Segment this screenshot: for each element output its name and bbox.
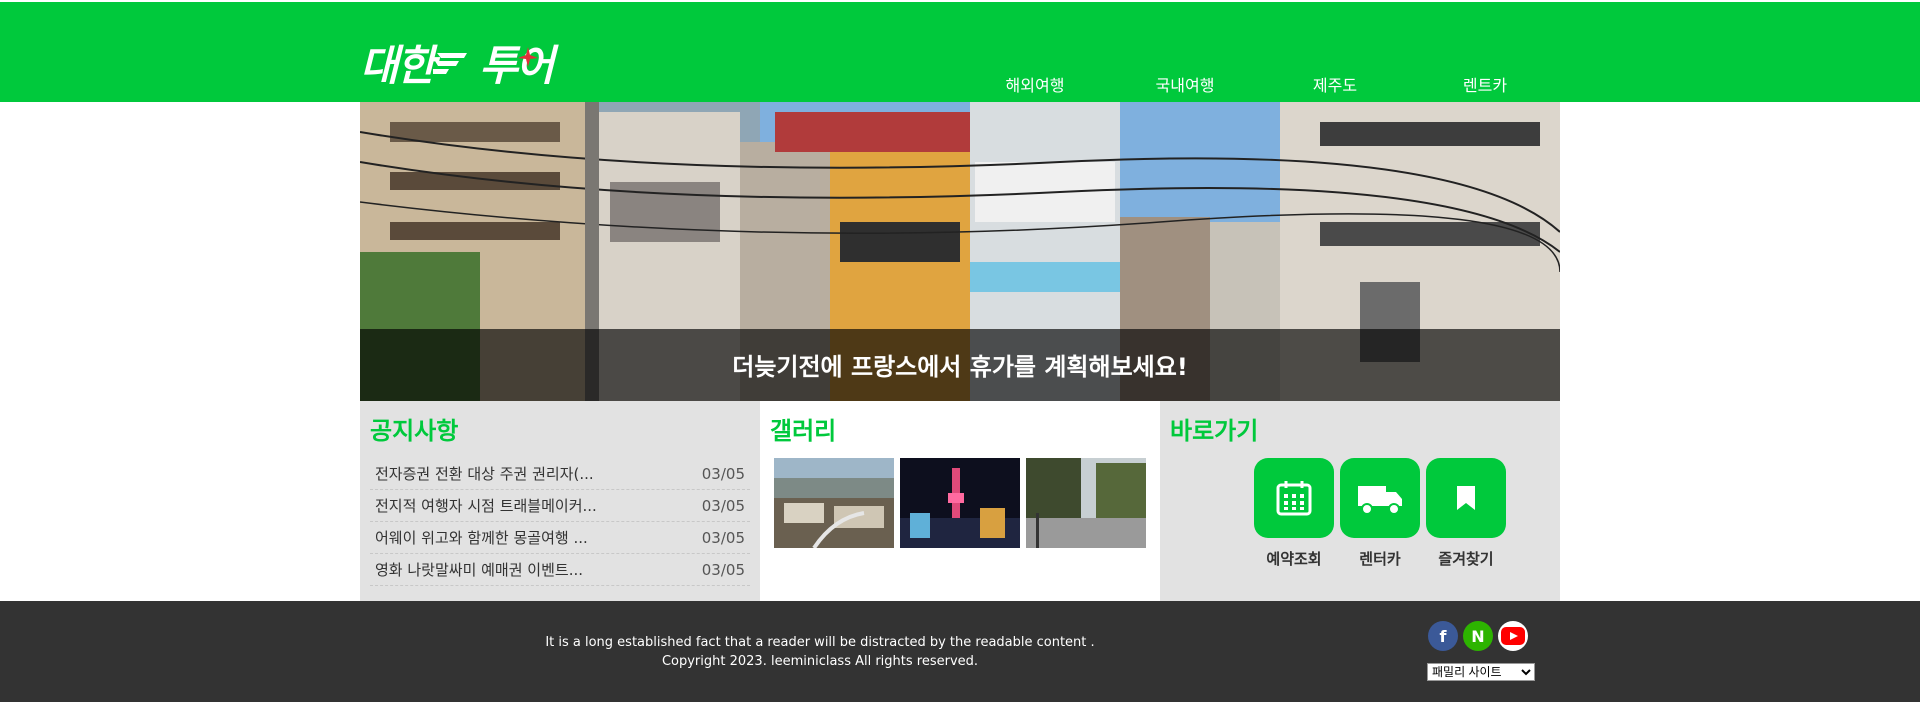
gallery-section: 갤러리 (760, 401, 1160, 601)
family-site-select[interactable]: 패밀리 사이트 (1427, 663, 1535, 681)
social-links: f N (1428, 621, 1528, 651)
logo-speed-lines (433, 38, 469, 87)
footer-text: It is a long established fact that a rea… (360, 633, 1560, 671)
notice-item[interactable]: 영화 나랏말싸미 예매권 이벤트... 03/05 (370, 554, 750, 586)
nav-rentcar[interactable]: 렌트카 (1410, 72, 1560, 96)
gallery-title: 갤러리 (770, 417, 837, 445)
notice-item-text: 어웨이 위고와 함께한 몽골여행 ... (375, 529, 588, 547)
nav-domestic[interactable]: 국내여행 (1110, 72, 1260, 96)
logo-text-left: 대한 (360, 41, 435, 90)
notice-item-text: 영화 나랏말싸미 예매권 이벤트... (375, 561, 584, 579)
gallery-thumbs (770, 458, 1150, 548)
notice-list: 전자증권 전환 대상 주권 권리자(... 03/05 전지적 여행자 시점 트… (370, 458, 750, 586)
notice-section: 공지사항 전자증권 전환 대상 주권 권리자(... 03/05 전지적 여행자… (360, 401, 760, 601)
shortcut-bookmark[interactable]: 즐겨찾기 (1426, 458, 1506, 569)
facebook-glyph: f (1439, 626, 1447, 646)
facebook-icon[interactable]: f (1428, 621, 1458, 651)
notice-item-date: 03/05 (701, 497, 745, 515)
bookmark-icon (1426, 458, 1506, 538)
footer: It is a long established fact that a rea… (0, 601, 1920, 702)
shortcut-title: 바로가기 (1170, 417, 1259, 445)
main-nav: 해외여행 국내여행 제주도 렌트카 (960, 72, 1560, 96)
gallery-thumb-night-tower[interactable] (900, 458, 1020, 548)
notice-item-date: 03/05 (701, 529, 745, 547)
shortcut-reservation[interactable]: 예약조회 (1254, 458, 1334, 569)
nav-jeju[interactable]: 제주도 (1260, 72, 1410, 96)
shortcut-label: 렌터카 (1359, 550, 1401, 568)
footer-line-2: Copyright 2023. leeminiclass All rights … (661, 654, 979, 669)
footer-line-1: It is a long established fact that a rea… (545, 635, 1095, 650)
youtube-icon[interactable] (1498, 621, 1528, 651)
notice-item[interactable]: 전자증권 전환 대상 주권 권리자(... 03/05 (370, 458, 750, 490)
gallery-thumb-town-river[interactable] (774, 458, 894, 548)
notice-item-date: 03/05 (701, 561, 745, 579)
nav-overseas[interactable]: 해외여행 (960, 72, 1110, 96)
notice-title: 공지사항 (370, 417, 459, 445)
shortcut-rentcar[interactable]: 렌터카 (1340, 458, 1420, 569)
shortcut-section: 바로가기 예약조회 렌터카 즐겨찾기 (1160, 401, 1560, 601)
notice-item[interactable]: 어웨이 위고와 함께한 몽골여행 ... 03/05 (370, 522, 750, 554)
naver-icon[interactable]: N (1463, 621, 1493, 651)
header: 대한 투어 해외여행 국내여행 제주도 렌트카 (0, 2, 1920, 102)
shortcut-icons: 예약조회 렌터카 즐겨찾기 (1170, 458, 1550, 569)
naver-glyph: N (1471, 626, 1485, 646)
shortcut-label: 예약조회 (1266, 550, 1322, 568)
notice-item-text: 전지적 여행자 시점 트래블메이커... (375, 497, 597, 515)
notice-item[interactable]: 전지적 여행자 시점 트래블메이커... 03/05 (370, 490, 750, 522)
shortcut-label: 즐겨찾기 (1438, 550, 1494, 568)
hero-banner: 더늦기전에 프랑스에서 휴가를 계획해보세요! (360, 102, 1560, 401)
notice-item-date: 03/05 (701, 465, 745, 483)
logo[interactable]: 대한 투어 (360, 32, 555, 93)
calendar-icon (1254, 458, 1334, 538)
gallery-thumb-street-trees[interactable] (1026, 458, 1146, 548)
hero-caption: 더늦기전에 프랑스에서 휴가를 계획해보세요! (360, 329, 1560, 401)
plane-icon (517, 46, 539, 68)
truck-icon (1340, 458, 1420, 538)
notice-item-text: 전자증권 전환 대상 주권 권리자(... (375, 465, 594, 483)
